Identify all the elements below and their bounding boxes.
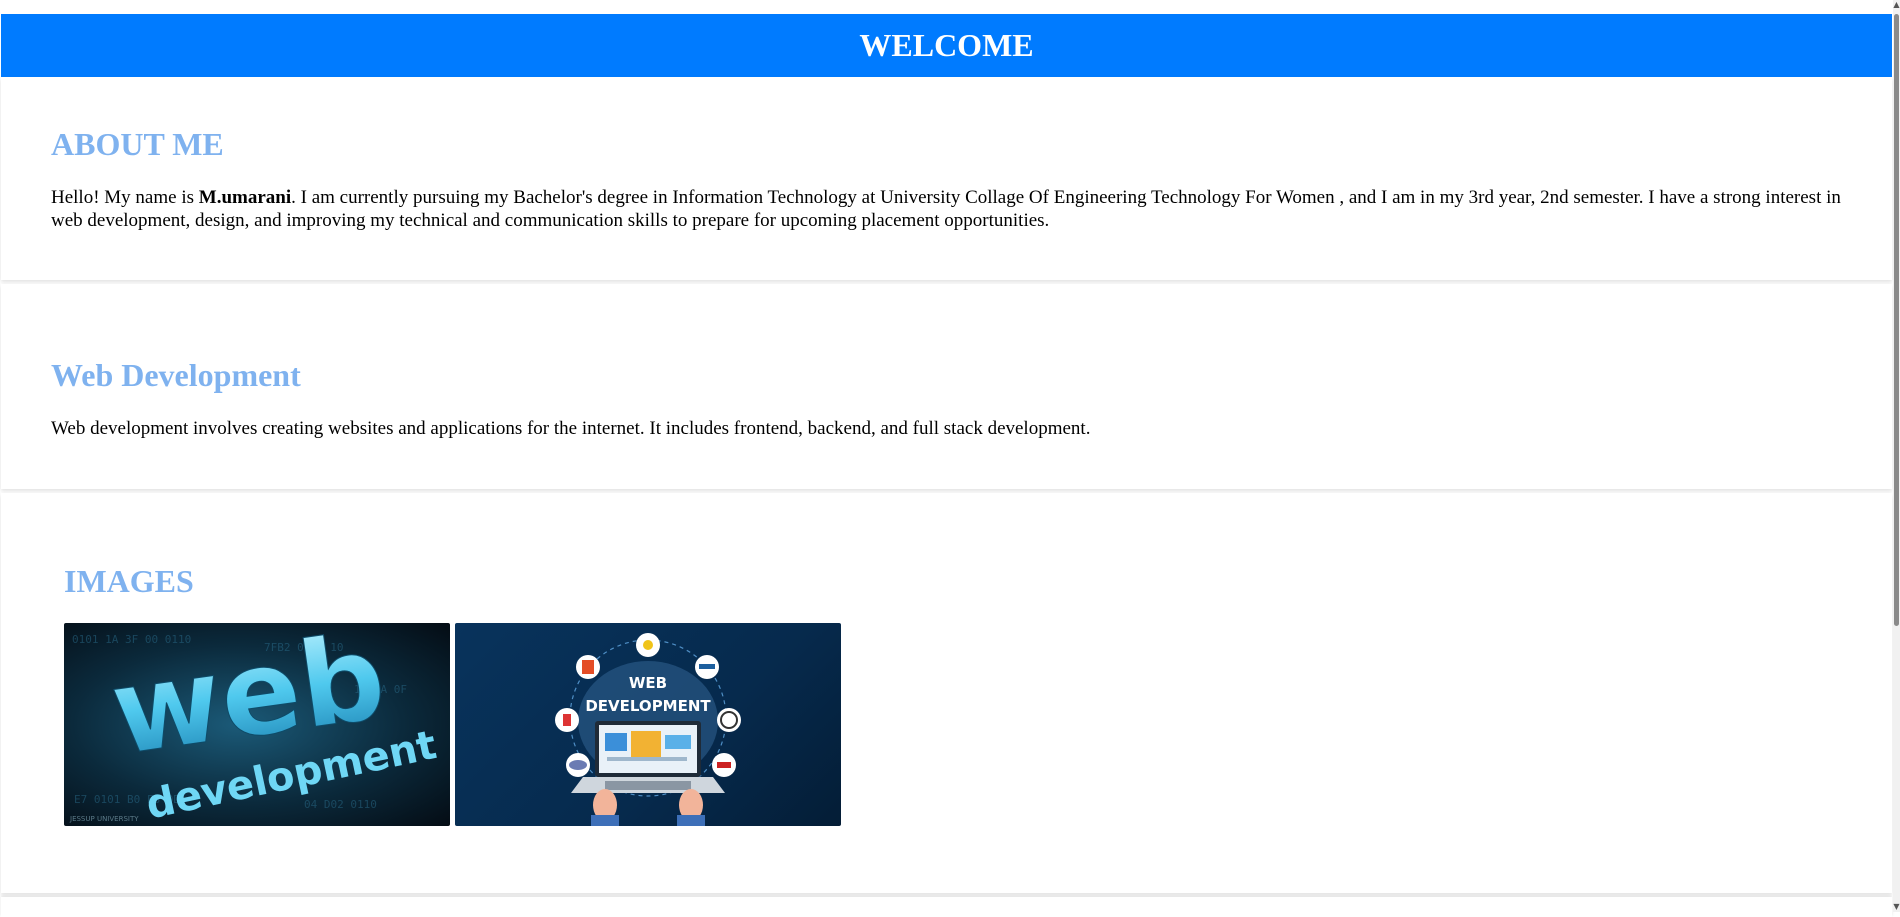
about-text: Hello! My name is M.umarani. I am curren…	[51, 186, 1841, 232]
web-development-image-2[interactable]: WEB DEVELOPMENT	[455, 623, 841, 826]
image1-watermark: JESSUP UNIVERSITY	[69, 815, 139, 823]
web-development-illustration: WEB DEVELOPMENT	[555, 633, 741, 826]
scrollbar-thumb[interactable]	[1894, 14, 1899, 626]
images-heading: IMAGES	[64, 563, 194, 599]
about-section: ABOUT ME Hello! My name is M.umarani. I …	[1, 77, 1892, 280]
web-development-section: Web Development Web development involves…	[1, 284, 1892, 489]
page-title: WELCOME	[859, 27, 1034, 63]
images-section: IMAGES 0101 1A 3F 00 0110 7FB2 0011 10 E…	[1, 493, 1892, 893]
scroll-up-arrow-icon[interactable]: ▲	[1893, 0, 1900, 10]
next-section-edge	[1, 897, 1892, 917]
hands-graphic	[591, 789, 705, 826]
about-intro: Hello! My name is	[51, 187, 199, 208]
vertical-scrollbar[interactable]: ▲ ▼	[1893, 0, 1900, 912]
svg-text:04 D02 0110: 04 D02 0110	[304, 798, 377, 811]
web-development-text: Web development involves creating websit…	[51, 418, 1091, 439]
scroll-down-arrow-icon[interactable]: ▼	[1893, 902, 1900, 912]
page: WELCOME ABOUT ME Hello! My name is M.uma…	[0, 0, 1893, 917]
web-development-image-1[interactable]: 0101 1A 3F 00 0110 7FB2 0011 10 E7 0101 …	[64, 623, 450, 826]
header-banner: WELCOME	[1, 14, 1892, 77]
about-name: M.umarani	[198, 187, 292, 208]
web-development-heading: Web Development	[51, 357, 301, 393]
image-gallery: 0101 1A 3F 00 0110 7FB2 0011 10 E7 0101 …	[64, 623, 841, 826]
image2-title-line2: DEVELOPMENT	[585, 697, 711, 715]
web-text-graphic: 0101 1A 3F 00 0110 7FB2 0011 10 E7 0101 …	[69, 623, 440, 826]
about-body: . I am currently pursuing my Bachelor's …	[51, 187, 1841, 231]
image2-title-line1: WEB	[629, 674, 667, 692]
about-heading: ABOUT ME	[51, 126, 224, 162]
